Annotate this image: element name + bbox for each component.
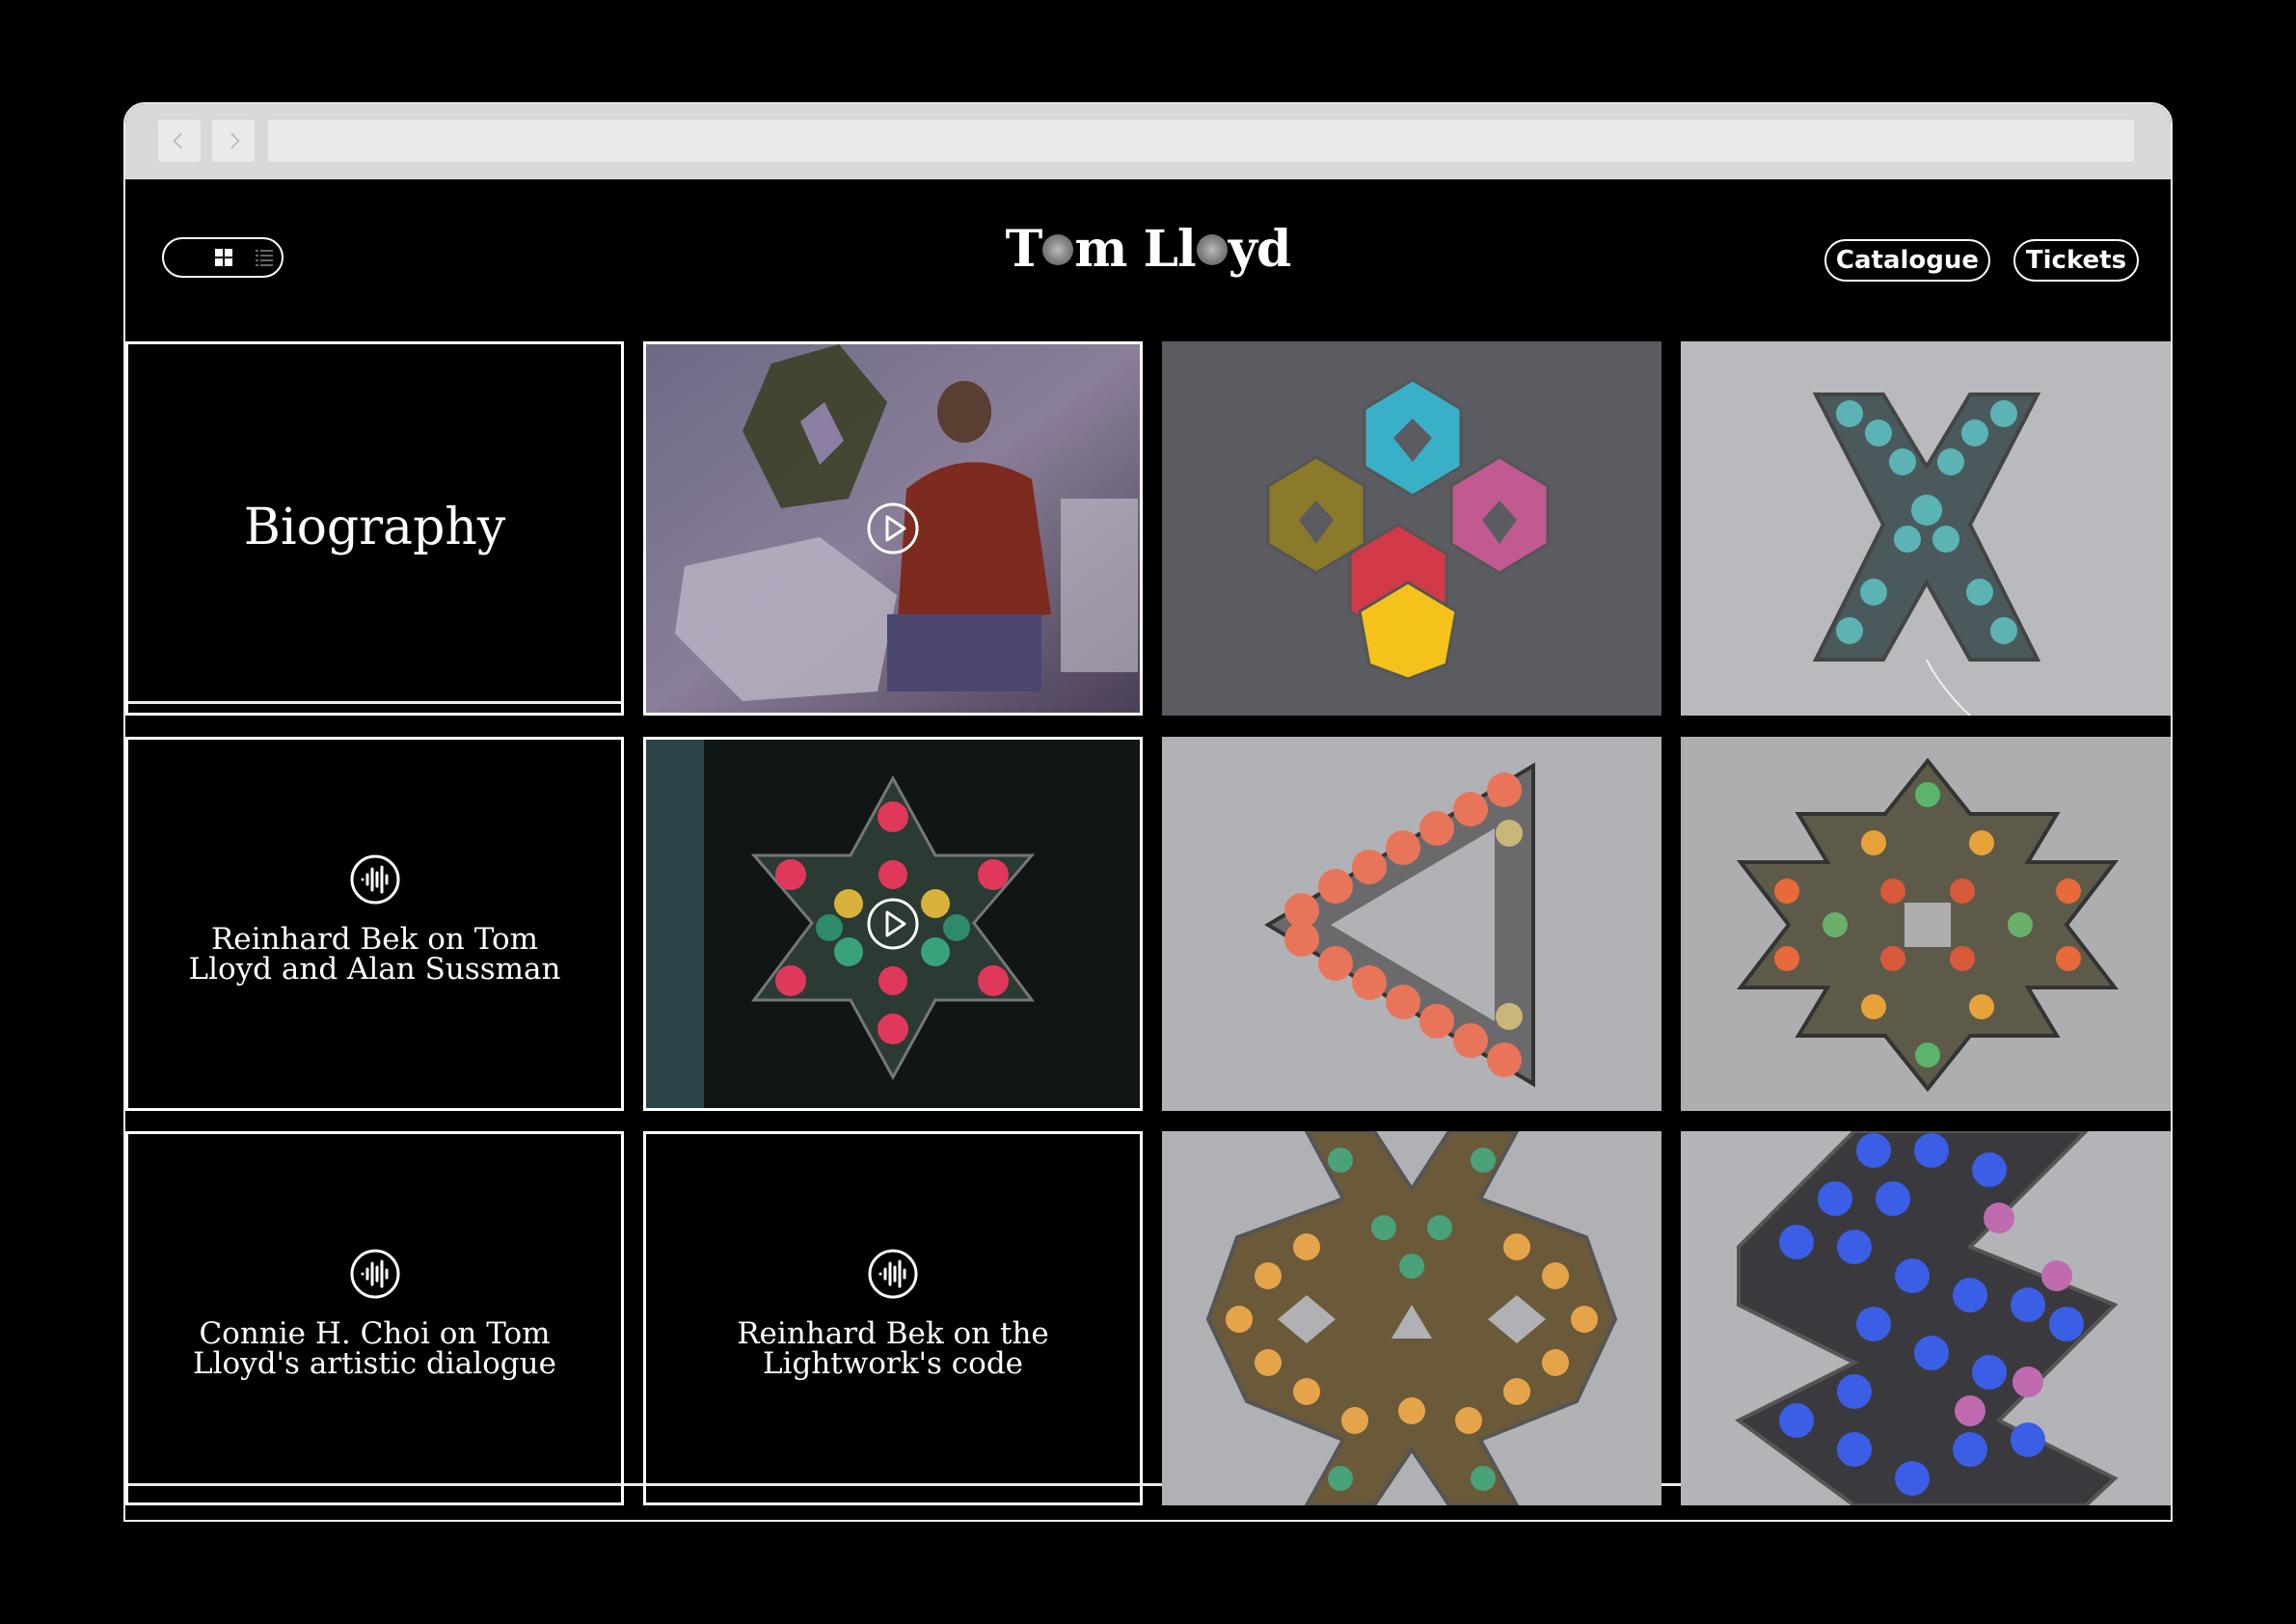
browser-window: Tm Ll yd Catalogue Tickets Biography Rei…	[123, 102, 2173, 1522]
logo-text-1: T	[1005, 220, 1043, 279]
logo-text-3: yd	[1228, 220, 1292, 279]
logo-lamp-icon	[1042, 233, 1074, 265]
audio-tile[interactable]: Connie H. Choi on Tom Lloyd's artistic d…	[125, 1131, 624, 1505]
biography-title: Biography	[243, 499, 506, 556]
biography-tile[interactable]: Biography	[125, 341, 624, 716]
video-tile[interactable]	[643, 341, 1143, 716]
lightwork-hexagons-image	[1162, 341, 1661, 716]
artwork-image[interactable]	[1162, 341, 1661, 716]
artwork-image[interactable]	[1681, 737, 2171, 1111]
lightwork-arrow-image	[1162, 737, 1661, 1111]
audio-wave-icon[interactable]	[867, 1248, 919, 1300]
audio-tile[interactable]: Reinhard Bek on the Lightwork's code	[643, 1131, 1143, 1505]
artwork-image[interactable]	[1162, 1131, 1661, 1505]
lightwork-mask-image	[1162, 1131, 1661, 1505]
audio-title: Connie H. Choi on Tom Lloyd's artistic d…	[193, 1316, 556, 1381]
lightwork-x-image	[1681, 341, 2171, 716]
audio-title: Reinhard Bek on Tom Lloyd and Alan Sussm…	[188, 922, 561, 987]
tickets-button[interactable]: Tickets	[2013, 239, 2139, 282]
back-button[interactable]	[158, 120, 201, 162]
play-icon[interactable]	[866, 501, 920, 555]
play-icon[interactable]	[866, 897, 920, 951]
catalogue-button[interactable]: Catalogue	[1824, 239, 1990, 282]
logo-lamp-icon	[1196, 233, 1228, 265]
audio-tile[interactable]: Reinhard Bek on Tom Lloyd and Alan Sussm…	[125, 737, 624, 1111]
chevron-right-icon	[230, 132, 240, 149]
logo-text-2: m Ll	[1074, 220, 1196, 279]
lightwork-zigzag-image	[1681, 1131, 2171, 1505]
site-header: Tm Ll yd Catalogue Tickets	[125, 179, 2171, 322]
address-bar[interactable]	[268, 120, 2134, 162]
lightwork-star-image	[1681, 737, 2171, 1111]
artwork-image[interactable]	[1162, 737, 1661, 1111]
browser-toolbar	[125, 104, 2171, 179]
audio-wave-icon[interactable]	[349, 1248, 401, 1300]
chevron-left-icon	[173, 132, 182, 149]
audio-content: Reinhard Bek on the Lightwork's code	[646, 1248, 1140, 1379]
audio-content: Reinhard Bek on Tom Lloyd and Alan Sussm…	[128, 853, 621, 985]
audio-content: Connie H. Choi on Tom Lloyd's artistic d…	[128, 1248, 621, 1379]
forward-button[interactable]	[212, 120, 255, 162]
artwork-image[interactable]	[1681, 341, 2171, 716]
audio-wave-icon[interactable]	[349, 853, 401, 906]
artwork-image[interactable]	[1681, 1131, 2171, 1505]
audio-title: Reinhard Bek on the Lightwork's code	[737, 1316, 1049, 1381]
video-tile[interactable]	[643, 737, 1143, 1111]
